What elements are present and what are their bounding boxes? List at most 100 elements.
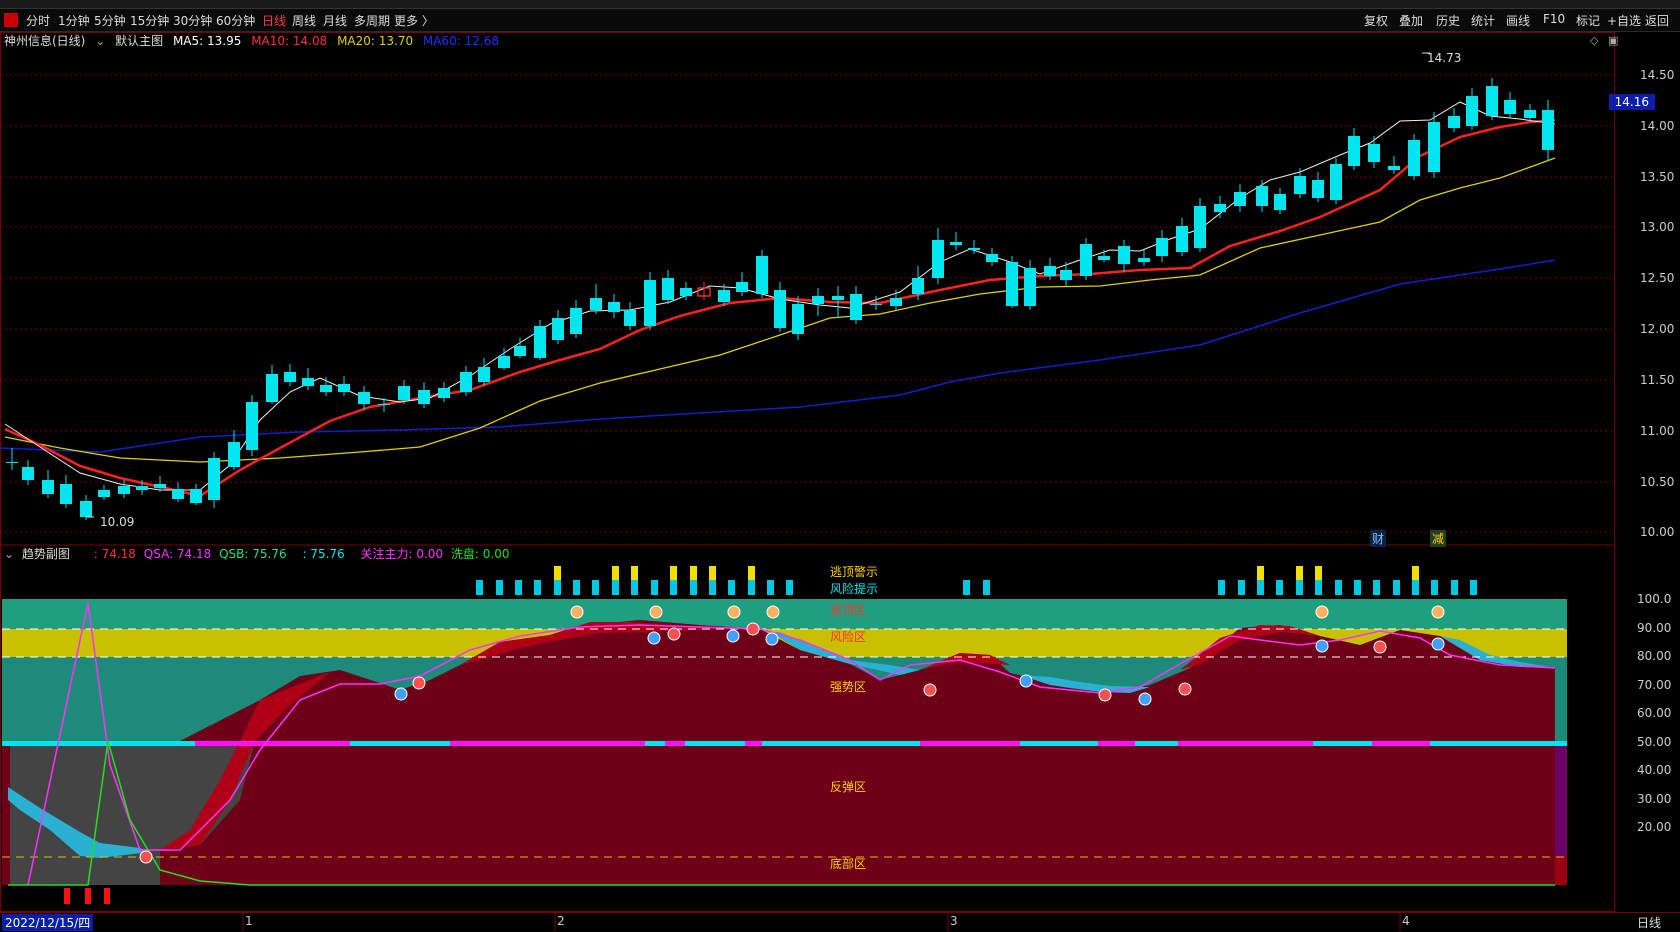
candle-body [570,308,582,334]
candle-body [172,489,184,499]
escape-warning-label: 逃顶警示 [830,565,879,579]
candle-body [870,304,882,305]
midline-segment [685,741,745,746]
window-icon[interactable]: ▣ [1608,34,1618,47]
risk-hint-bar [728,580,735,595]
candle-body [1330,164,1342,200]
escape-flag-icon [727,605,741,619]
blue-signal-ball [1019,674,1033,688]
midline-segment [745,741,762,746]
month-label: 4 [1402,914,1410,928]
risk-hint-bar [748,580,755,595]
escape-flag-icon [766,605,780,619]
diamond-icon[interactable]: ◇ [1590,34,1598,47]
candle-body [1234,192,1246,206]
candle-body [590,298,602,310]
red-signal-ball [1178,682,1192,696]
midline-strip [2,741,1567,746]
red-signal-ball [923,683,937,697]
risk-hint-bar [651,580,658,595]
rebound-zone-label: 反弹区 [830,780,867,794]
candle-body [6,462,18,463]
candle-body [1486,86,1498,116]
candle-body [1176,226,1188,252]
ma5-value: MA5: 13.95 [172,34,242,48]
blue-signal-ball [394,687,408,701]
candle-body [774,290,786,328]
risk-hint-bar [786,580,793,595]
finance-badge[interactable]: 财 [1370,530,1387,547]
candle-body [1408,140,1420,176]
candle-body [338,384,350,392]
candle-body [1294,176,1306,194]
month-label: 1 [245,914,253,928]
risk-hint-bar [496,580,503,595]
midline-segment [1135,741,1178,746]
sub-chart-title[interactable]: 趋势副图 [22,547,70,561]
candle-body [1194,206,1206,248]
risk-hint-label: 风险提示 [830,582,879,596]
midline-segment [2,741,195,746]
sub-y-tick: 80.00 [1637,649,1672,663]
candle-body [498,356,510,368]
candle-body [1388,166,1400,170]
midline-segment [645,741,665,746]
template-label[interactable]: 默认主图 [115,34,163,48]
qsa-value: QSA: 74.18 [143,547,212,561]
escape-warning-bar [690,566,697,580]
y-tick: 12.50 [1640,271,1675,285]
candle-body [792,304,804,334]
risk-hint-bar [1238,580,1245,595]
risk-hint-bar [963,580,970,595]
y-tick: 12.00 [1640,322,1675,336]
candle-body [1542,110,1554,150]
escape-warning-bar [670,566,677,580]
red-signal-ball [412,676,426,690]
sub-y-tick: 30.00 [1637,792,1672,806]
candle-body [478,367,490,382]
candle-body [1504,100,1516,114]
risk-hint-bar [554,580,561,595]
template-icon[interactable]: ⌄ [95,34,105,48]
midline-segment [1313,741,1372,746]
value-1: : 74.18 [93,547,136,561]
reduce-badge[interactable]: 减 [1430,530,1447,547]
risk-zone-label: 风险区 [830,630,867,644]
candle-body [284,372,296,382]
escape-warning-bar [1296,566,1303,580]
period-indicator[interactable]: 日线 [1637,914,1661,931]
escape-flag-icon [1315,605,1329,619]
month-label: 2 [557,914,565,928]
candle-body [358,392,370,404]
washout-value: 洗盘: 0.00 [450,547,510,561]
candle-body [608,302,620,312]
candle-body [534,326,546,358]
candle-body [812,296,824,304]
midline-segment [665,741,685,746]
candle-body [932,240,944,278]
risk-hint-bar [1393,580,1400,595]
midline-segment [762,741,920,746]
candle-body [190,489,202,503]
bottom-signal-bar-3 [104,888,110,904]
sub-y-tick: 40.00 [1637,763,1672,777]
candle-body [1274,194,1286,210]
stock-title[interactable]: 神州信息(日线) [4,34,85,48]
risk-hint-bar [592,580,599,595]
sub-collapse-icon[interactable]: ⌄ [4,547,14,561]
escape-warning-bar [748,566,755,580]
candle-body [1448,116,1460,128]
red-signal-ball [1373,640,1387,654]
candle-body [1006,262,1018,306]
candle-body [266,374,278,402]
candle-body [1138,258,1150,262]
candle-body [320,385,332,392]
sub-y-tick: 70.00 [1637,678,1672,692]
escape-warning-bar [1315,566,1322,580]
bottom-signal-bar-1 [64,888,70,904]
y-tick: 11.50 [1640,373,1675,387]
escape-warning-bar [1412,566,1419,580]
risk-hint-bar [515,580,522,595]
risk-hint-bar [983,580,990,595]
candle-body [1044,266,1056,276]
